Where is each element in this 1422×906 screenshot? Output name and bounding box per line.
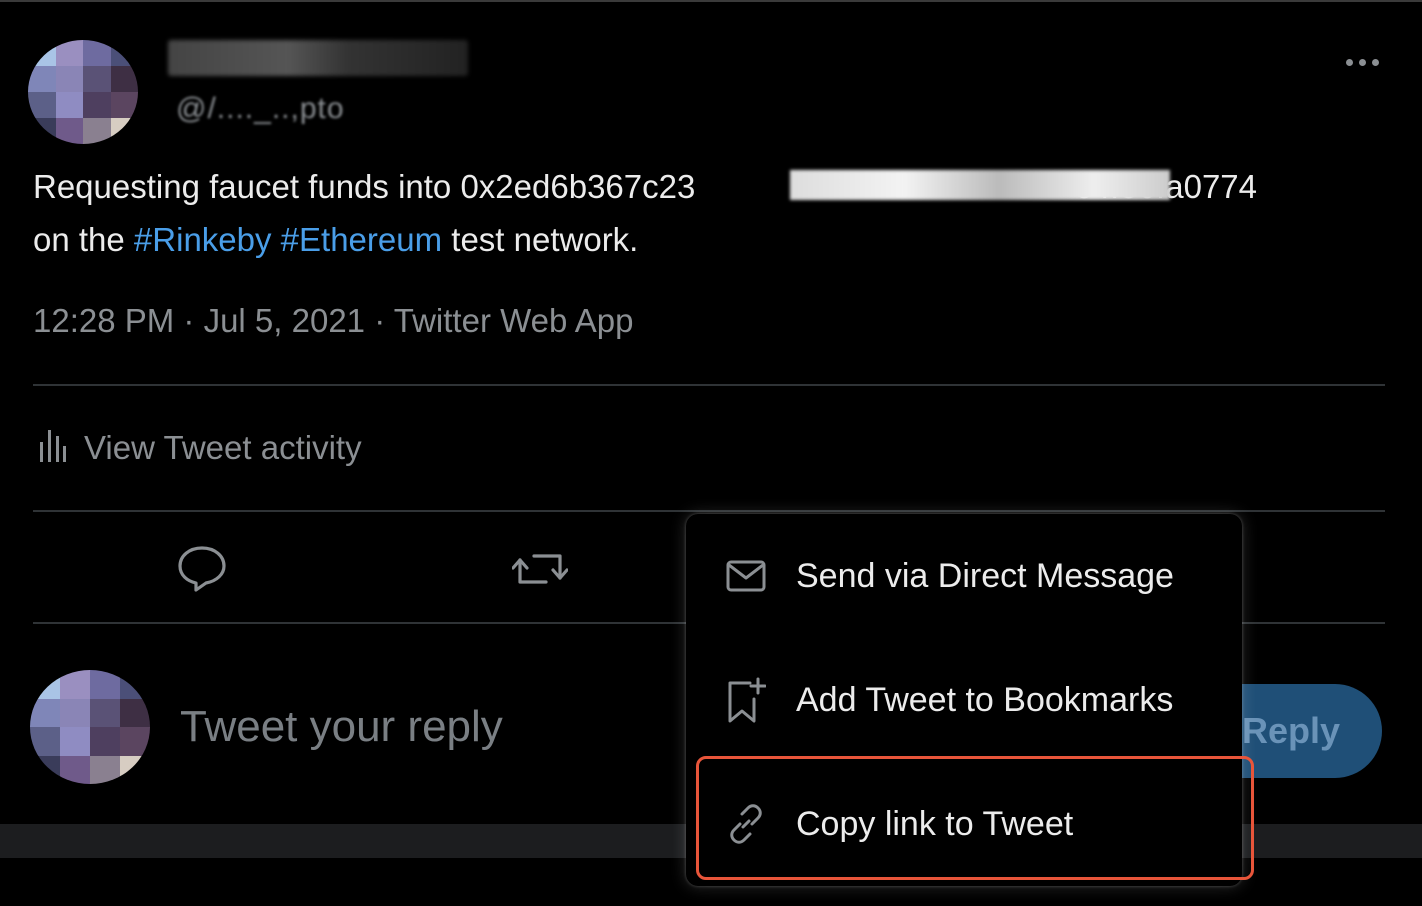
address-redaction bbox=[790, 170, 1170, 200]
tweet-text: Requesting faucet funds into 0x2ed6b367c… bbox=[33, 160, 1393, 266]
reply-action-icon[interactable] bbox=[176, 544, 228, 597]
highlight-box bbox=[696, 756, 1254, 880]
author-handle[interactable]: @/...._..,pto bbox=[176, 92, 345, 126]
envelope-icon bbox=[724, 554, 768, 598]
menu-item-add-bookmark[interactable]: Add Tweet to Bookmarks bbox=[686, 638, 1242, 762]
view-tweet-activity-link[interactable]: View Tweet activity bbox=[38, 428, 362, 467]
author-name-redacted[interactable] bbox=[168, 40, 468, 76]
retweet-action-icon[interactable] bbox=[511, 546, 569, 597]
tweet-text-line-1: Requesting faucet funds into 0x2ed6b367c… bbox=[33, 160, 1393, 213]
divider bbox=[33, 384, 1385, 386]
current-user-avatar[interactable] bbox=[30, 670, 150, 784]
window-top-border bbox=[0, 0, 1422, 2]
tweet-text-line2-prefix: on the bbox=[33, 221, 134, 258]
tweet-text-line-2: on the #Rinkeby #Ethereum test network. bbox=[33, 213, 1393, 266]
bookmark-add-icon bbox=[724, 677, 768, 723]
hashtag-rinkeby[interactable]: #Rinkeby bbox=[134, 221, 272, 258]
tweet-text-prefix: Requesting faucet funds into 0x2ed6b367c… bbox=[33, 168, 696, 205]
reply-input[interactable]: Tweet your reply bbox=[180, 702, 503, 752]
more-options-icon[interactable] bbox=[1340, 48, 1384, 76]
author-avatar[interactable] bbox=[28, 40, 138, 144]
menu-item-send-dm[interactable]: Send via Direct Message bbox=[686, 514, 1242, 638]
tweet-timestamp-source[interactable]: 12:28 PM · Jul 5, 2021 · Twitter Web App bbox=[33, 302, 633, 340]
menu-item-label: Add Tweet to Bookmarks bbox=[796, 680, 1174, 719]
tweet-text-line2-suffix: test network. bbox=[442, 221, 639, 258]
analytics-bars-icon bbox=[38, 428, 66, 467]
menu-item-label: Send via Direct Message bbox=[796, 556, 1174, 595]
divider bbox=[33, 510, 1385, 512]
view-tweet-activity-label: View Tweet activity bbox=[84, 428, 362, 466]
hashtag-ethereum[interactable]: #Ethereum bbox=[281, 221, 442, 258]
